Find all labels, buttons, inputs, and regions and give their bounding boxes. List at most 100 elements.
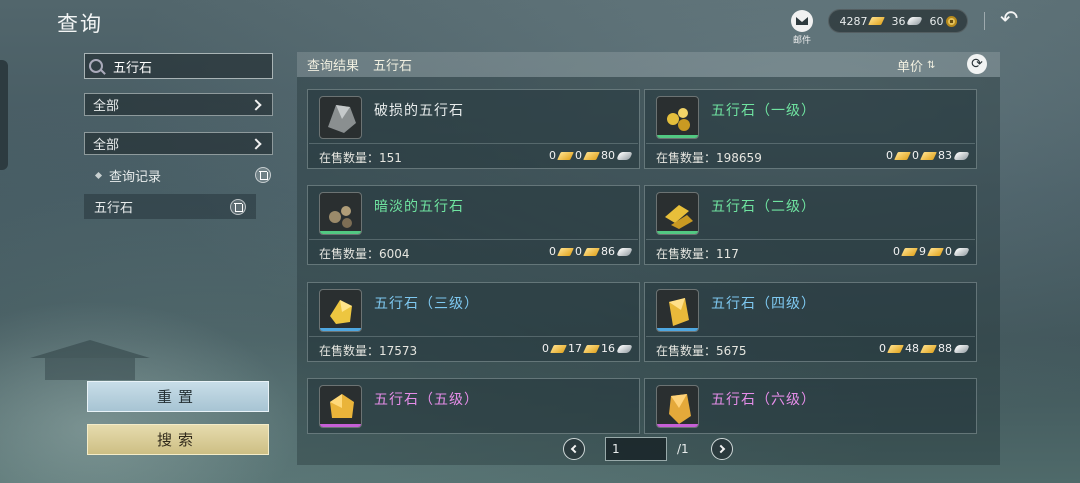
silver-ingot-icon [616,344,633,353]
card-divider [646,239,975,240]
stone-lv5-icon [319,385,362,428]
gold-ingot-icon [583,344,600,353]
results-query: 五行石 [373,59,413,74]
sort-by-price[interactable]: 单价 ⇅ [897,56,935,75]
side-edge-tab[interactable] [0,60,8,170]
card-divider [309,239,638,240]
search-button[interactable]: 搜索 [87,424,269,455]
stock-count: 在售数量：5675 [656,344,747,358]
chevron-right-icon [250,137,262,150]
gold-ingot-icon [927,247,944,256]
gold-ingot-icon [557,151,574,160]
result-card[interactable]: 五行石（四级） 在售数量：5675 0 48 88 [644,282,977,362]
gold-amount: 4287 [840,15,885,28]
item-price: 0 17 16 [542,342,633,355]
pagination: 1 /1 [563,437,733,461]
item-price: 0 0 86 [549,245,633,258]
stock-count: 在售数量：17573 [319,344,418,358]
item-name: 五行石（四级） [711,296,816,312]
subcategory-dropdown-label: 全部 [93,138,120,153]
currency-display: 4287 36 60 [828,9,968,33]
results-label: 查询结果 [307,59,360,74]
search-icon [89,59,103,73]
next-page-button[interactable] [710,438,733,460]
category-dropdown[interactable]: 全部 [84,93,273,116]
result-card[interactable]: 五行石（五级） [307,378,640,434]
page-number-input[interactable]: 1 [605,437,667,461]
result-card[interactable]: 五行石（三级） 在售数量：17573 0 17 16 [307,282,640,362]
page-title: 查询 [57,12,103,36]
item-price: 0 48 88 [879,342,970,355]
copper-amount: 60 [930,15,957,28]
gold-ingot-icon [550,344,567,353]
stock-count: 在售数量：151 [319,151,402,165]
card-divider [646,336,975,337]
sort-label: 单价 [897,60,924,75]
pagoda-silhouette [30,340,150,380]
result-card[interactable]: 五行石（二级） 在售数量：117 0 9 0 [644,185,977,265]
gold-ingot-icon [557,247,574,256]
stone-lv2-icon [656,192,699,235]
item-name: 五行石（二级） [711,199,816,215]
silver-ingot-icon [953,151,970,160]
history-item-label: 五行石 [94,201,134,216]
search-input-value: 五行石 [113,60,153,76]
back-button[interactable]: ↶ [1000,8,1028,32]
gold-ingot-icon [583,151,600,160]
header-divider [984,12,985,30]
page-total: /1 [677,442,689,456]
sort-arrow-icon: ⇅ [927,60,936,71]
mail-button[interactable]: 邮件 [790,10,814,46]
bullet-icon [94,171,103,179]
card-divider [309,143,638,144]
silver-ingot-icon [616,247,633,256]
result-card[interactable]: 五行石（一级） 在售数量：198659 0 0 83 [644,89,977,169]
results-header: 查询结果 五行石 单价 ⇅ ⟳ [297,52,1000,77]
reset-button[interactable]: 重置 [87,381,269,412]
item-price: 090 [893,245,970,258]
chevron-right-icon [250,98,262,111]
gold-ingot-icon [867,17,885,25]
stone-lv6-icon [656,385,699,428]
search-input[interactable]: 五行石 [84,53,273,79]
card-divider [309,336,638,337]
history-item[interactable]: 五行石 [84,194,256,219]
stock-count: 在售数量：6004 [319,247,410,261]
gold-ingot-icon [894,151,911,160]
stock-count: 在售数量：117 [656,247,739,261]
copper-coin-icon [945,15,957,27]
stone-lv3-icon [319,289,362,332]
result-card[interactable]: 暗淡的五行石 在售数量：6004 0 0 86 [307,185,640,265]
stone-lv1-icon [656,96,699,139]
item-name: 五行石（三级） [374,296,479,312]
item-name: 五行石（六级） [711,392,816,408]
gold-ingot-icon [920,344,937,353]
item-price: 0 0 80 [549,149,633,162]
prev-page-button[interactable] [563,438,585,460]
chevron-right-icon [716,444,725,454]
gold-ingot-icon [901,247,918,256]
chevron-left-icon [570,444,580,454]
silver-amount: 36 [892,15,923,28]
result-card[interactable]: 破损的五行石在售数量：151 0 0 80 [307,89,640,169]
clear-history-trash-icon[interactable] [255,167,271,183]
gold-ingot-icon [887,344,904,353]
item-name: 五行石（一级） [711,103,816,119]
stone-lv4-icon [656,289,699,332]
item-name: 破损的五行石 [374,103,464,119]
subcategory-dropdown[interactable]: 全部 [84,132,273,155]
refresh-icon: ⟳ [971,56,983,72]
gold-ingot-icon [920,151,937,160]
delete-history-trash-icon[interactable] [230,198,246,215]
category-dropdown-label: 全部 [93,99,120,114]
refresh-button[interactable]: ⟳ [967,54,987,74]
result-card[interactable]: 五行石（六级） [644,378,977,434]
silver-ingot-icon [953,344,970,353]
dim-stone-icon [319,192,362,235]
mail-label: 邮件 [792,36,811,46]
card-divider [646,143,975,144]
gold-ingot-icon [583,247,600,256]
history-label: 查询记录 [109,169,162,185]
silver-ingot-icon [616,151,633,160]
item-name: 五行石（五级） [374,392,479,408]
